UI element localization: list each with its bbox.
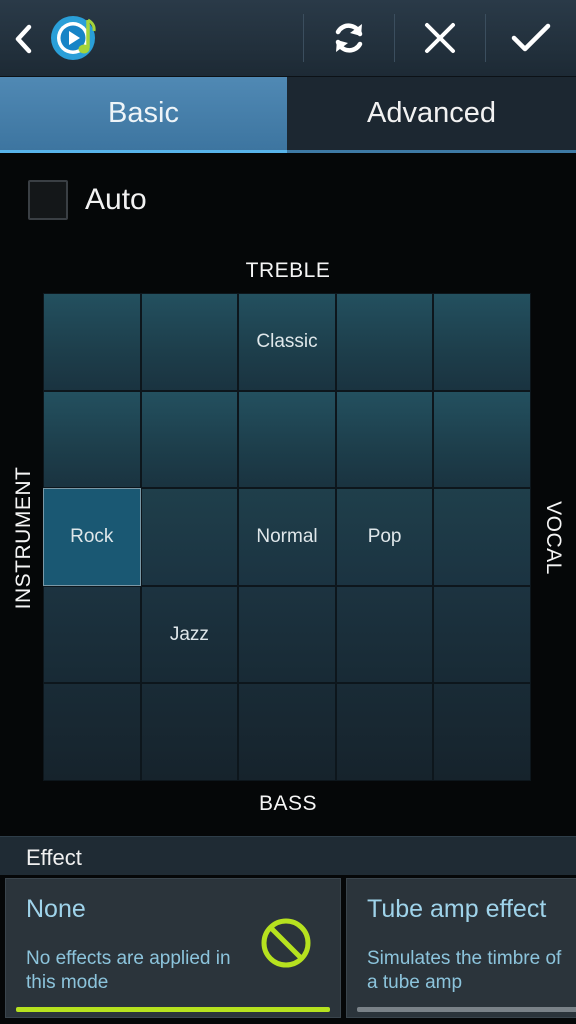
- grid-cell[interactable]: [433, 293, 531, 391]
- grid-cell[interactable]: [43, 293, 141, 391]
- grid-cell[interactable]: [140, 293, 239, 391]
- cancel-button[interactable]: [395, 0, 485, 76]
- auto-checkbox-row[interactable]: Auto: [28, 180, 147, 220]
- sound-preset-grid: Classic Rock Normal Pop Jazz: [43, 293, 531, 781]
- effect-title: Effect: [26, 845, 82, 870]
- treble-axis-label: TREBLE: [245, 259, 331, 282]
- music-player-app-icon: [51, 16, 96, 60]
- reset-button[interactable]: [304, 0, 394, 76]
- action-bar: [0, 0, 576, 77]
- prohibited-icon: [261, 918, 311, 968]
- grid-cell[interactable]: [238, 585, 336, 684]
- grid-cell[interactable]: [140, 683, 239, 781]
- grid-cell[interactable]: [433, 390, 531, 489]
- grid-cell-jazz[interactable]: Jazz: [140, 585, 239, 684]
- grid-cell[interactable]: [238, 683, 336, 781]
- effect-section-header: Effect: [0, 836, 576, 875]
- effect-card-title: None: [26, 895, 86, 923]
- back-button[interactable]: [10, 22, 36, 56]
- refresh-icon: [335, 23, 363, 53]
- bass-axis-label: BASS: [258, 792, 318, 815]
- grid-cell[interactable]: [433, 488, 531, 586]
- auto-label: Auto: [85, 183, 147, 216]
- effect-card-description: Simulates the timbre of a tube amp: [367, 948, 562, 993]
- grid-cell[interactable]: [335, 683, 434, 781]
- grid-cell[interactable]: [43, 585, 141, 684]
- grid-cell[interactable]: [43, 390, 141, 489]
- grid-cell[interactable]: [433, 585, 531, 684]
- grid-cell-rock[interactable]: Rock: [43, 488, 141, 586]
- grid-cell[interactable]: [140, 488, 239, 586]
- tab-basic[interactable]: Basic: [0, 77, 287, 153]
- close-icon: [425, 23, 455, 53]
- instrument-axis-label: INSTRUMENT: [12, 466, 35, 610]
- effect-card-description: No effects are applied in this mode: [26, 948, 231, 993]
- auto-checkbox[interactable]: [28, 180, 68, 220]
- tab-advanced[interactable]: Advanced: [287, 77, 576, 153]
- unselected-indicator-bar: [357, 1007, 576, 1012]
- grid-cell[interactable]: [433, 683, 531, 781]
- grid-cell[interactable]: [238, 390, 336, 489]
- effect-card-title: Tube amp effect: [367, 895, 547, 923]
- effect-card-tube-amp[interactable]: Tube amp effect Simulates the timbre of …: [346, 878, 576, 1018]
- grid-cell[interactable]: [335, 585, 434, 684]
- grid-cell-normal[interactable]: Normal: [238, 488, 336, 586]
- grid-cell[interactable]: [43, 683, 141, 781]
- done-button[interactable]: [486, 0, 576, 76]
- chevron-left-icon: [15, 24, 32, 54]
- check-icon: [511, 23, 551, 52]
- grid-cell-pop[interactable]: Pop: [335, 488, 434, 586]
- grid-cell-classic[interactable]: Classic: [238, 293, 336, 391]
- selected-indicator-bar: [16, 1007, 330, 1012]
- grid-cell[interactable]: [335, 293, 434, 391]
- vocal-axis-label: VOCAL: [542, 501, 565, 575]
- tab-bar: Basic Advanced: [0, 77, 576, 153]
- grid-cell[interactable]: [140, 390, 239, 489]
- grid-cell[interactable]: [335, 390, 434, 489]
- effect-card-none[interactable]: None No effects are applied in this mode: [5, 878, 341, 1018]
